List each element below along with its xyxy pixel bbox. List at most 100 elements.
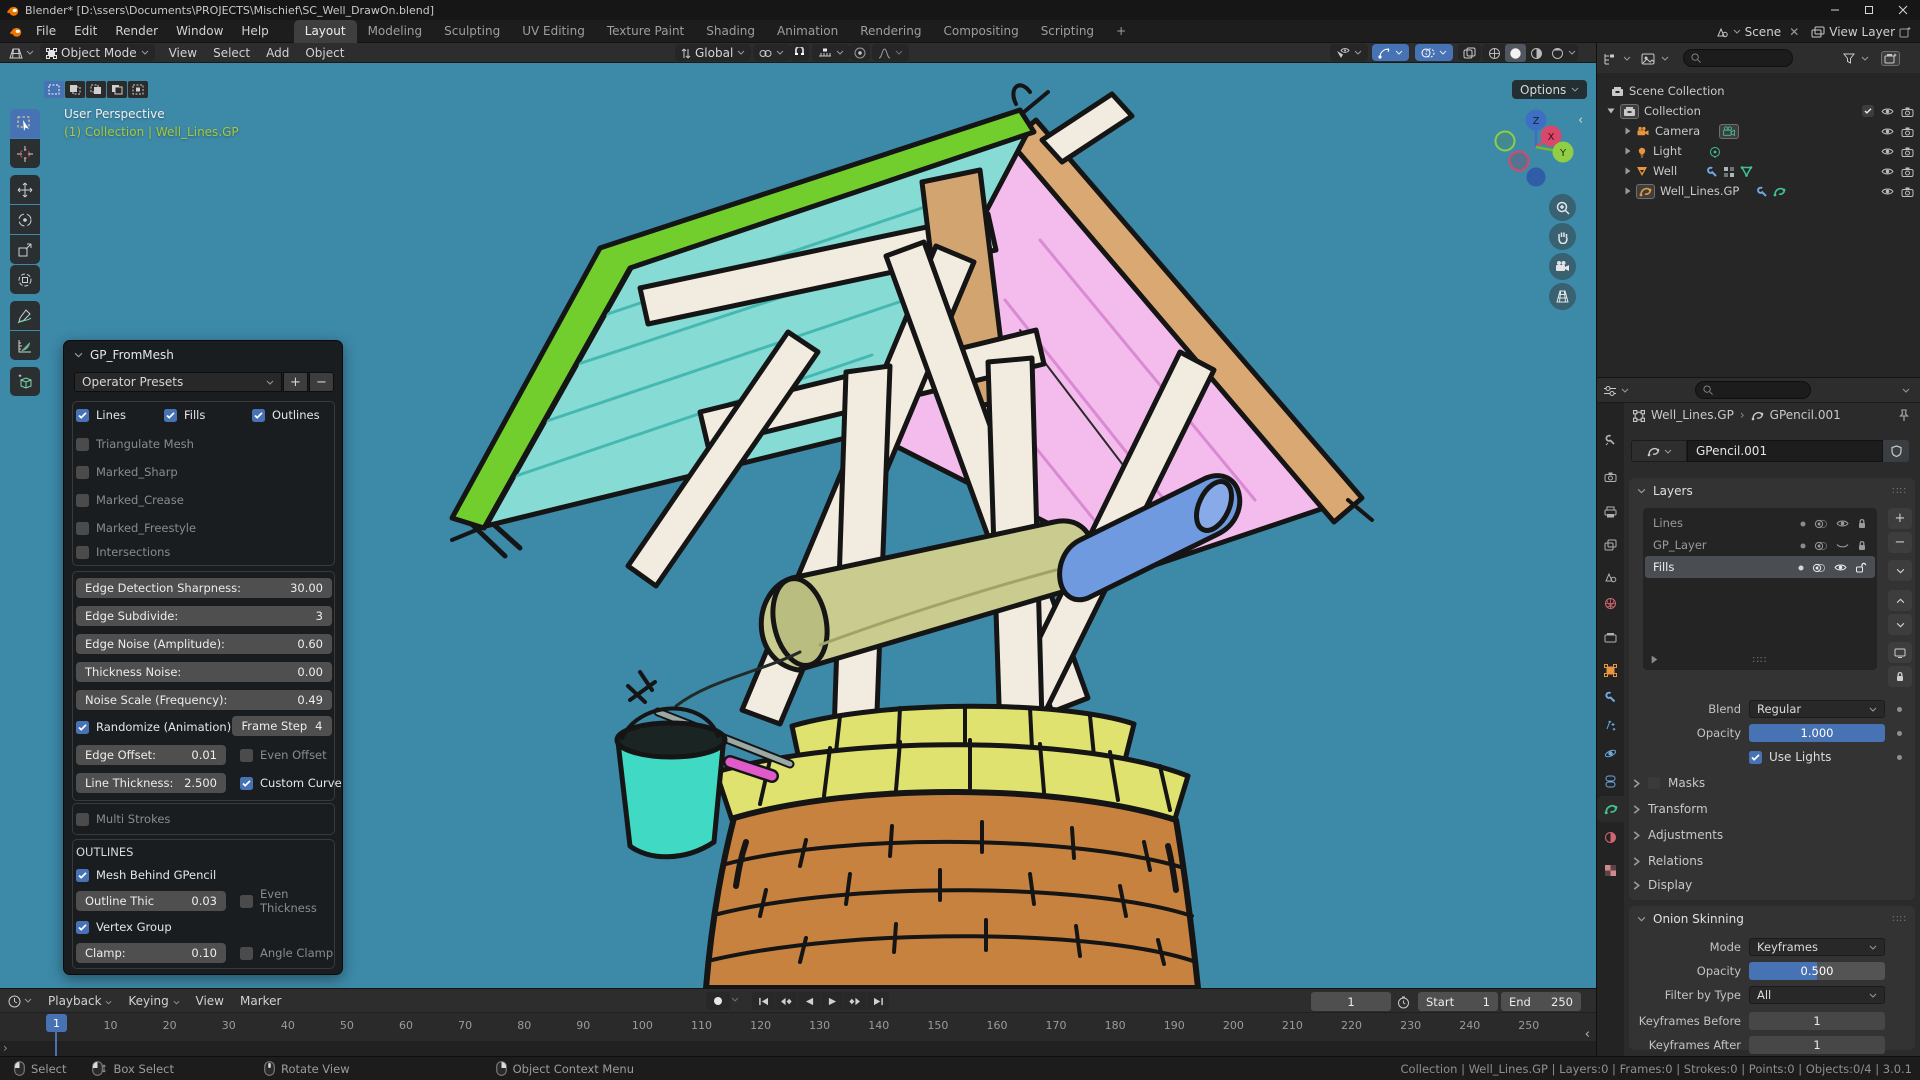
tool-select-box[interactable] [10,109,40,138]
outliner-row-scene-collection[interactable]: Scene Collection [1597,81,1920,101]
onion-skin-icon[interactable] [1814,538,1828,552]
edge-noise-amplitude-slider[interactable]: Edge Noise (Amplitude):0.60 [76,634,332,654]
outliner-row-well[interactable]: Well [1597,161,1920,181]
onion-mode-dropdown[interactable]: Keyframes [1749,938,1885,956]
lock-closed-icon[interactable] [1857,538,1867,552]
viewport-canvas[interactable]: Options User Perspective (1) Collection … [0,63,1596,988]
editor-type-chevron[interactable] [1621,388,1629,393]
subpanel-display[interactable]: Display [1633,878,1692,892]
fills-checkbox[interactable] [164,409,177,422]
editor-type-chevron[interactable] [1623,56,1631,61]
show-object-types-button[interactable] [1330,44,1368,61]
properties-search-input[interactable] [1695,381,1811,399]
disable-render-icon[interactable] [1901,144,1914,158]
region-collapse-chevron[interactable]: ‹ [1585,1027,1590,1042]
tab-world-icon[interactable] [1597,590,1624,616]
clamp-slider[interactable]: Clamp:0.10 [76,943,226,963]
opacity-slider[interactable]: 1.000 [1749,724,1885,742]
snap-settings-button[interactable] [812,44,850,61]
onion-opacity-slider[interactable]: 0.500 [1749,962,1885,980]
even-offset-checkbox[interactable] [240,749,253,762]
outline-thickness-slider[interactable]: Outline Thic0.03 [76,891,226,911]
preset-remove-button[interactable]: − [309,372,334,392]
shading-wireframe-icon[interactable] [1484,46,1505,60]
timeline-ruler[interactable]: 1020304050607080901001101201301401501601… [0,1013,1596,1041]
keyframes-after-field[interactable]: 1 [1749,1036,1885,1054]
editor-type-outliner-icon[interactable] [1603,51,1617,65]
menu-select[interactable]: Select [205,46,258,60]
sidebar-collapse-chevron[interactable]: ‹ [1578,113,1583,128]
disclosure-triangle[interactable] [1625,167,1631,175]
filter-chevron[interactable] [1861,56,1869,61]
lock-open-icon[interactable] [1855,560,1867,574]
panel-grip[interactable]: ∷∷ [1892,914,1907,925]
disclosure-triangle[interactable] [1625,147,1631,155]
editor-type-chevron[interactable] [24,998,32,1003]
pin-icon[interactable] [1898,408,1910,422]
filter-by-type-dropdown[interactable]: All [1749,986,1885,1004]
prev-keyframe-button[interactable] [775,992,797,1010]
multi-strokes-checkbox[interactable] [76,813,89,826]
onion-skin-icon[interactable] [1814,516,1828,530]
collection-exclude-checkbox[interactable] [1862,105,1874,117]
tab-texture-icon[interactable] [1597,857,1624,883]
app-menu-icon[interactable] [0,25,27,38]
select-mode-set[interactable] [44,81,64,98]
randomize-animation-checkbox[interactable] [76,721,89,734]
menu-help[interactable]: Help [232,20,277,42]
tab-view-layer-icon[interactable] [1597,532,1624,558]
subpanel-masks[interactable]: Masks [1633,776,1705,790]
disclosure-triangle[interactable] [1625,127,1631,135]
panel-collapse-chevron[interactable] [1637,916,1646,922]
shading-options-chevron[interactable] [1568,50,1576,55]
shading-material-icon[interactable] [1526,46,1547,60]
menu-window[interactable]: Window [167,20,232,42]
list-expand-triangle[interactable] [1651,655,1658,664]
lines-checkbox[interactable] [76,409,89,422]
tool-rotate[interactable] [10,205,40,234]
layer-move-up-button[interactable] [1888,590,1912,611]
new-collection-button[interactable] [1881,51,1900,66]
scene-icon[interactable] [1715,25,1729,39]
tool-add-cube[interactable] [10,367,40,396]
menu-view[interactable]: View [161,46,205,60]
transform-orientation[interactable]: Global [675,44,751,61]
proportional-falloff-button[interactable] [872,44,909,61]
use-lights-checkbox[interactable] [1749,751,1762,764]
disable-render-icon[interactable] [1901,184,1914,198]
close-button[interactable] [1886,0,1920,20]
view-layer-name[interactable]: View Layer [1829,25,1895,39]
intersections-checkbox[interactable] [76,546,89,559]
marked-sharp-checkbox[interactable] [76,466,89,479]
datablock-name-field[interactable]: GPencil.001 [1687,440,1883,462]
shading-solid-icon[interactable] [1505,44,1526,62]
auto-key-button[interactable] [706,992,730,1010]
hide-eye-icon[interactable] [1836,516,1849,530]
disable-render-icon[interactable] [1901,164,1914,178]
scene-name[interactable]: Scene [1745,25,1782,39]
proportional-edit-button[interactable] [850,44,870,61]
mesh-behind-gpencil-checkbox[interactable] [76,869,89,882]
orthographic-toggle-button[interactable] [1549,283,1576,310]
masks-checkbox[interactable] [1648,777,1660,789]
menu-playback[interactable]: Playback [40,994,120,1008]
tab-material-icon[interactable] [1597,824,1624,850]
noise-scale-frequency-slider[interactable]: Noise Scale (Frequency):0.49 [76,690,332,710]
edge-detection-sharpness-slider[interactable]: Edge Detection Sharpness:30.00 [76,578,332,598]
disclosure-triangle[interactable] [1607,108,1615,114]
even-thickness-checkbox[interactable] [240,895,253,908]
tab-constraints-icon[interactable] [1597,768,1624,794]
maximize-button[interactable] [1852,0,1886,20]
tab-rendering[interactable]: Rendering [849,20,932,43]
keyframes-before-field[interactable]: 1 [1749,1012,1885,1030]
layer-remove-button[interactable]: − [1888,532,1912,553]
disable-render-icon[interactable] [1901,124,1914,138]
tab-scene-icon[interactable] [1597,564,1624,590]
tab-animation[interactable]: Animation [766,20,849,43]
lock-closed-icon[interactable] [1857,516,1867,530]
outliner-row-light[interactable]: Light [1597,141,1920,161]
tab-uv-editing[interactable]: UV Editing [511,20,596,43]
layer-row-fills[interactable]: Fills [1645,556,1875,578]
select-mode-subtract[interactable] [86,81,106,98]
tab-scripting[interactable]: Scripting [1030,20,1105,43]
